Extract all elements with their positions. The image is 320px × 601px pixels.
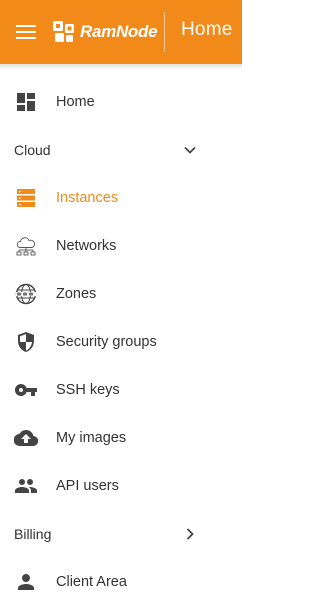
chevron-right-icon: [180, 524, 200, 544]
sidebar-section-billing[interactable]: Billing: [0, 510, 242, 558]
server-stack-icon: [14, 186, 38, 210]
chevron-down-icon: [180, 140, 200, 160]
cloud-upload-icon: [14, 426, 38, 450]
sidebar-item-ssh-keys[interactable]: SSH keys: [0, 366, 242, 414]
cloud-network-icon: [14, 234, 38, 258]
users-icon: [14, 474, 38, 498]
sidebar-item-label: Instances: [56, 190, 119, 206]
sidebar-item-label: Networks: [56, 238, 117, 254]
sidebar-item-home[interactable]: Home: [0, 78, 242, 126]
sidebar-item-client-area[interactable]: Client Area: [0, 558, 242, 601]
sidebar-item-networks[interactable]: Networks: [0, 222, 242, 270]
sidebar-item-api-users[interactable]: API users: [0, 462, 242, 510]
sidebar-item-label: SSH keys: [56, 382, 120, 398]
sidebar-item-zones[interactable]: Zones: [0, 270, 242, 318]
section-label: Cloud: [14, 142, 51, 158]
sidebar-item-label: API users: [56, 478, 119, 494]
person-icon: [14, 570, 38, 594]
sidebar-item-my-images[interactable]: My images: [0, 414, 242, 462]
sidebar-item-label: Security groups: [56, 334, 157, 350]
ramnode-logo-icon: [53, 21, 74, 42]
sidebar-section-cloud[interactable]: Cloud: [0, 126, 242, 174]
brand-name: RamNode: [80, 22, 158, 41]
globe-www-icon: [14, 282, 38, 306]
sidebar-item-instances[interactable]: Instances: [0, 174, 242, 222]
dashboard-icon: [14, 90, 38, 114]
top-bar-shadow: [0, 64, 242, 70]
sidebar-item-label: Home: [56, 94, 95, 110]
brand[interactable]: RamNode: [52, 18, 158, 46]
sidebar-item-label: Zones: [56, 286, 97, 302]
sidebar-item-security-groups[interactable]: Security groups: [0, 318, 242, 366]
key-icon: [14, 378, 38, 402]
shield-icon: [14, 330, 38, 354]
hamburger-menu-icon[interactable]: [16, 25, 36, 39]
section-label: Billing: [14, 526, 52, 542]
header-divider: [164, 12, 165, 52]
sidebar-item-label: My images: [56, 430, 127, 446]
sidebar-item-label: Client Area: [56, 574, 127, 590]
page-title: Home: [181, 19, 233, 40]
top-app-bar: RamNode Home: [0, 0, 242, 64]
